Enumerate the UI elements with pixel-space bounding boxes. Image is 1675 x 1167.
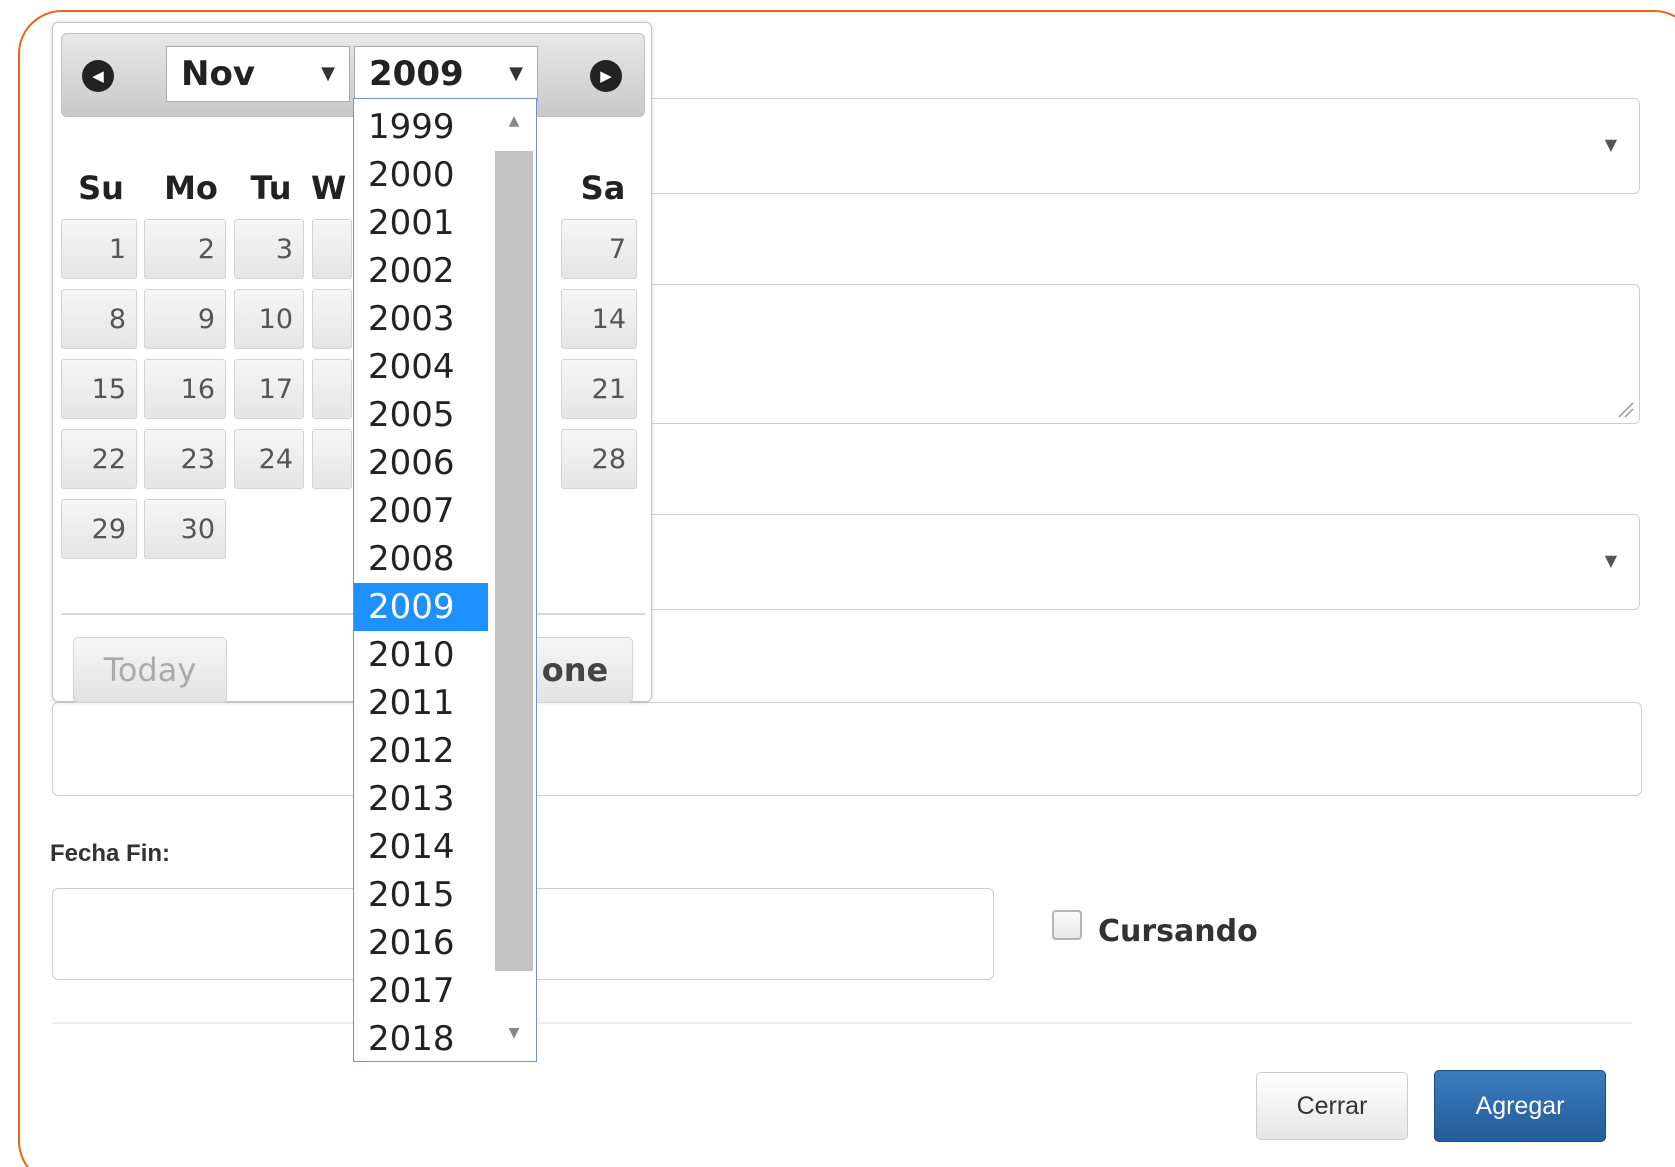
month-select[interactable]: Nov ▼ <box>166 46 350 102</box>
weekday-header: W <box>311 169 347 207</box>
close-button[interactable]: Cerrar <box>1256 1072 1408 1140</box>
chevron-down-icon: ▼ <box>509 63 523 84</box>
fecha-inicio-input[interactable] <box>52 702 1642 796</box>
day-cell[interactable]: 2 <box>144 219 226 279</box>
day-cell[interactable]: 16 <box>144 359 226 419</box>
day-cell[interactable] <box>312 289 352 349</box>
day-cell[interactable]: 29 <box>61 499 137 559</box>
day-cell[interactable]: 28 <box>561 429 637 489</box>
year-select-value: 2009 <box>369 54 464 94</box>
day-cell[interactable]: 17 <box>234 359 304 419</box>
day-cell[interactable]: 24 <box>234 429 304 489</box>
day-cell[interactable]: 10 <box>234 289 304 349</box>
year-option[interactable]: 2014 <box>354 823 488 871</box>
day-cell[interactable]: 8 <box>61 289 137 349</box>
year-option[interactable]: 2000 <box>354 151 488 199</box>
dropdown-field-2[interactable]: ▼ <box>600 514 1640 610</box>
today-button[interactable]: Today <box>73 637 227 703</box>
dropdown-field-1[interactable]: ▼ <box>600 98 1640 194</box>
year-option[interactable]: 2005 <box>354 391 488 439</box>
year-option[interactable]: 2017 <box>354 967 488 1015</box>
day-cell[interactable]: 9 <box>144 289 226 349</box>
year-option[interactable]: 2004 <box>354 343 488 391</box>
year-option[interactable]: 2013 <box>354 775 488 823</box>
day-cell[interactable]: 14 <box>561 289 637 349</box>
day-cell[interactable] <box>312 429 352 489</box>
add-button[interactable]: Agregar <box>1434 1070 1606 1142</box>
year-option[interactable]: 2006 <box>354 439 488 487</box>
chevron-down-icon: ▼ <box>321 63 335 84</box>
weekday-header: Tu <box>250 169 292 207</box>
year-option[interactable]: 2018 <box>354 1015 488 1061</box>
chevron-down-icon: ▼ <box>1604 551 1617 570</box>
weekday-header: Su <box>78 169 124 207</box>
year-dropdown-list[interactable]: 1999 2000 2001 2002 2003 2004 2005 2006 … <box>353 98 537 1062</box>
day-cell[interactable]: 22 <box>61 429 137 489</box>
weekday-header: Sa <box>580 169 626 207</box>
weekday-header: Mo <box>164 169 218 207</box>
day-cell[interactable]: 30 <box>144 499 226 559</box>
next-month-icon[interactable]: ▶ <box>590 60 622 92</box>
day-cell[interactable]: 21 <box>561 359 637 419</box>
year-option[interactable]: 2001 <box>354 199 488 247</box>
day-cell[interactable] <box>312 359 352 419</box>
prev-month-icon[interactable]: ◀ <box>82 60 114 92</box>
scroll-down-icon[interactable]: ▼ <box>502 1025 526 1041</box>
day-cell[interactable]: 7 <box>561 219 637 279</box>
year-option[interactable]: 2008 <box>354 535 488 583</box>
scroll-up-icon[interactable]: ▲ <box>502 113 526 129</box>
cursando-checkbox[interactable] <box>1052 910 1082 940</box>
year-option[interactable]: 2011 <box>354 679 488 727</box>
day-cell[interactable]: 1 <box>61 219 137 279</box>
year-option[interactable]: 2010 <box>354 631 488 679</box>
day-cell[interactable]: 23 <box>144 429 226 489</box>
textarea-field[interactable] <box>600 284 1640 424</box>
year-option[interactable]: 2007 <box>354 487 488 535</box>
year-option[interactable]: 2012 <box>354 727 488 775</box>
month-select-value: Nov <box>181 54 255 94</box>
year-option[interactable]: 2002 <box>354 247 488 295</box>
resize-handle-icon[interactable] <box>1615 399 1635 419</box>
day-cell[interactable]: 15 <box>61 359 137 419</box>
year-option[interactable]: 1999 <box>354 103 488 151</box>
day-cell[interactable]: 3 <box>234 219 304 279</box>
day-cell[interactable] <box>312 219 352 279</box>
footer-divider <box>52 1022 1632 1024</box>
chevron-down-icon: ▼ <box>1604 135 1617 154</box>
fecha-fin-label: Fecha Fin: <box>50 840 171 867</box>
year-select[interactable]: 2009 ▼ <box>354 46 538 102</box>
datepicker: ◀ Nov ▼ 2009 ▼ ▶ Su Mo Tu W Sa 1 2 3 7 8… <box>52 22 652 703</box>
year-option-selected[interactable]: 2009 <box>354 583 488 631</box>
scrollbar-thumb[interactable] <box>495 151 533 971</box>
cursando-label: Cursando <box>1098 914 1258 949</box>
year-option[interactable]: 2015 <box>354 871 488 919</box>
year-option[interactable]: 2016 <box>354 919 488 967</box>
year-option[interactable]: 2003 <box>354 295 488 343</box>
